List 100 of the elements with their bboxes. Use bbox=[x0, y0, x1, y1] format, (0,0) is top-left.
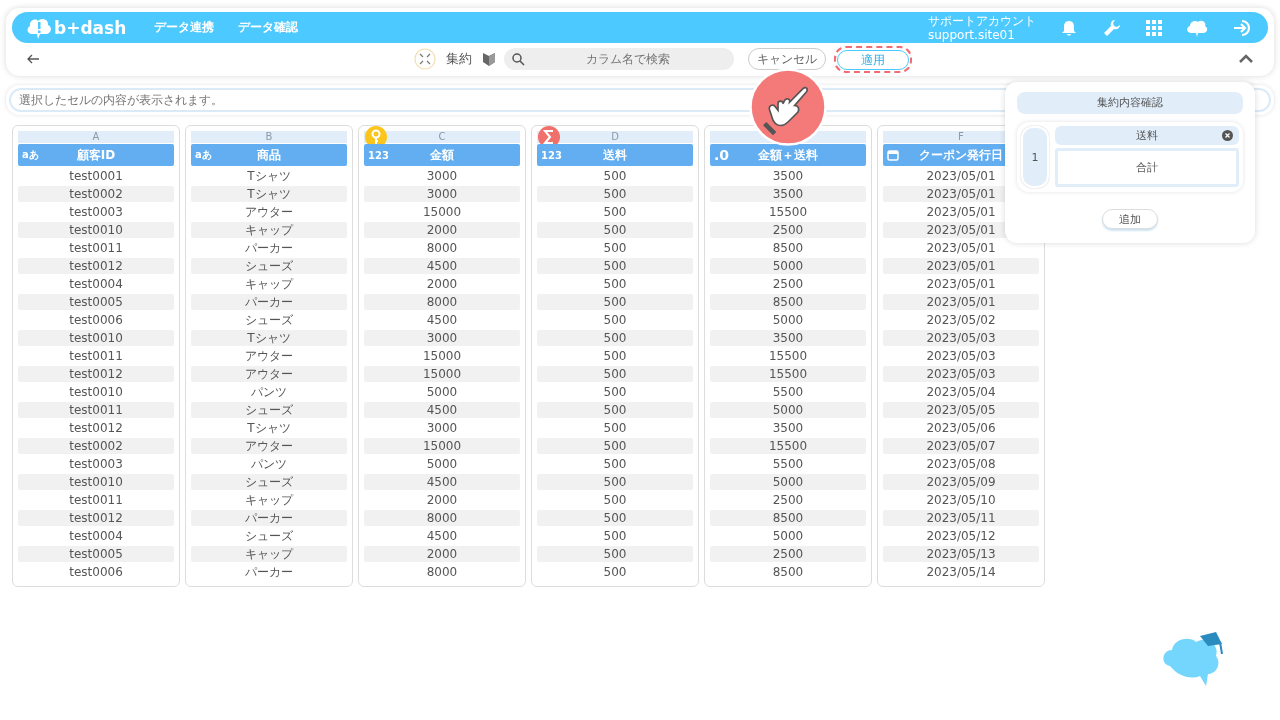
table-cell-text: 15000 bbox=[421, 204, 463, 220]
table-cell: 2500 bbox=[710, 222, 866, 238]
table-cell: 4500 bbox=[364, 474, 520, 490]
table-cell: キャップ bbox=[191, 222, 347, 238]
table-cell-text: 2000 bbox=[425, 492, 459, 508]
table-cell: 500 bbox=[537, 438, 693, 454]
table-cell: シューズ bbox=[191, 402, 347, 418]
table-cell: 2023/05/01 bbox=[883, 258, 1039, 274]
search-icon bbox=[512, 53, 525, 66]
column-header[interactable]: .0 金額＋送料 bbox=[710, 144, 866, 166]
table-cell-text: 2023/05/14 bbox=[925, 564, 997, 580]
table-cell-text: 500 bbox=[602, 420, 628, 436]
table-cell-text: アウター bbox=[244, 348, 294, 364]
table-cell-text: キャップ bbox=[244, 276, 295, 292]
table-cell: test0002 bbox=[18, 186, 174, 202]
table-cell-text: パンツ bbox=[250, 456, 288, 472]
chevron-up-icon[interactable] bbox=[1238, 54, 1254, 64]
table-cell-text: test0011 bbox=[68, 492, 124, 508]
table-cell: test0012 bbox=[18, 258, 174, 274]
table-cell: 3500 bbox=[710, 330, 866, 346]
table-cell: Tシャツ bbox=[191, 186, 347, 202]
table-cell-text: 2023/05/01 bbox=[925, 168, 997, 184]
table-cell: test0011 bbox=[18, 402, 174, 418]
table-cell-text: 4500 bbox=[425, 312, 459, 328]
table-cell: test0012 bbox=[18, 366, 174, 382]
type-label: .0 bbox=[714, 147, 730, 163]
table-cell-text: 4500 bbox=[425, 528, 459, 544]
nav-link[interactable]: データ連携 bbox=[154, 19, 215, 36]
column-chip[interactable]: 送料 bbox=[1055, 126, 1239, 145]
table-cell-text: 2023/05/08 bbox=[925, 456, 997, 472]
column-name: 金額 bbox=[430, 146, 454, 164]
cancel-button[interactable]: キャンセル bbox=[748, 48, 826, 70]
table-cell: 500 bbox=[537, 546, 693, 562]
table-cell-text: 2500 bbox=[771, 276, 805, 292]
collapse-icon[interactable] bbox=[414, 48, 436, 70]
table-cell: 3000 bbox=[364, 186, 520, 202]
table-cell: 2023/05/07 bbox=[883, 438, 1039, 454]
column-header[interactable]: 123 送料 bbox=[537, 144, 693, 166]
table-cell-text: 500 bbox=[602, 456, 628, 472]
table-cell-text: 8500 bbox=[771, 240, 805, 256]
table-cell-text: 8500 bbox=[771, 564, 805, 580]
apply-button[interactable]: 適用 bbox=[837, 49, 909, 70]
table-cell-text: パンツ bbox=[250, 384, 288, 400]
logo-text[interactable]: b+dash bbox=[54, 17, 127, 38]
nav-link[interactable]: データ確認 bbox=[238, 19, 299, 36]
table-cell-text: test0003 bbox=[68, 456, 124, 472]
table-cell-text: 5000 bbox=[425, 384, 459, 400]
table-cell-text: 2023/05/01 bbox=[925, 276, 997, 292]
table-cell: 500 bbox=[537, 366, 693, 382]
column-header[interactable]: aあ 顧客ID bbox=[18, 144, 174, 166]
account-id: support.site01 bbox=[928, 27, 1016, 42]
table-cell-text: test0011 bbox=[68, 240, 124, 256]
column-name: クーポン発行日 bbox=[919, 146, 1003, 164]
table-cell-text: 15000 bbox=[421, 348, 463, 364]
table-cell: 500 bbox=[537, 186, 693, 202]
type-label: 123 bbox=[368, 149, 389, 161]
table-cell: test0012 bbox=[18, 510, 174, 526]
table-cell-text: test0006 bbox=[68, 312, 124, 328]
table-cell-text: 8000 bbox=[425, 240, 459, 256]
table-cell-text: 500 bbox=[602, 276, 628, 292]
table-cell-text: 2023/05/06 bbox=[925, 420, 997, 436]
table-cell-text: 500 bbox=[602, 492, 628, 508]
function-select[interactable]: 合計 bbox=[1055, 148, 1239, 187]
table-cell-text: 15500 bbox=[767, 348, 809, 364]
table-cell-text: 2000 bbox=[425, 276, 459, 292]
table-cell-text: 500 bbox=[602, 204, 628, 220]
table-cell-text: test0012 bbox=[68, 420, 124, 436]
table-cell-text: test0001 bbox=[68, 168, 124, 184]
search-field[interactable]: カラム名で検索 bbox=[504, 48, 734, 70]
table-cell: test0010 bbox=[18, 474, 174, 490]
table-cell-text: 5000 bbox=[771, 528, 805, 544]
table-cell: 5000 bbox=[710, 258, 866, 274]
table-cell-text: 2023/05/10 bbox=[925, 492, 997, 508]
table-cell: 2000 bbox=[364, 546, 520, 562]
table-cell-text: 3000 bbox=[425, 420, 459, 436]
table-cell: 500 bbox=[537, 330, 693, 346]
back-arrow-icon[interactable] bbox=[26, 54, 40, 64]
table-cell: 500 bbox=[537, 258, 693, 274]
close-icon[interactable] bbox=[1222, 130, 1233, 141]
table-cell-text: 500 bbox=[602, 168, 628, 184]
table-cell: 500 bbox=[537, 294, 693, 310]
table-cell-text: シューズ bbox=[244, 528, 294, 544]
table-cell-text: 500 bbox=[602, 564, 628, 580]
calendar-icon bbox=[887, 149, 899, 161]
column-name: 顧客ID bbox=[76, 146, 116, 164]
table-cell: 15000 bbox=[364, 438, 520, 454]
table-cell: 2023/05/01 bbox=[883, 294, 1039, 310]
add-button[interactable]: 追加 bbox=[1102, 209, 1158, 229]
table-cell: 8500 bbox=[710, 510, 866, 526]
column-header[interactable]: aあ 商品 bbox=[191, 144, 347, 166]
table-cell: test0002 bbox=[18, 438, 174, 454]
table-cell: 2000 bbox=[364, 222, 520, 238]
table-cell-text: 3500 bbox=[771, 168, 805, 184]
table-cell: 15500 bbox=[710, 438, 866, 454]
item-number: 1 bbox=[1021, 126, 1049, 188]
table-cell: 500 bbox=[537, 510, 693, 526]
table-cell-text: test0011 bbox=[68, 348, 124, 364]
table-cell: test0005 bbox=[18, 546, 174, 562]
column-header[interactable]: 123 金額 bbox=[364, 144, 520, 166]
table-cell-text: 500 bbox=[602, 384, 628, 400]
